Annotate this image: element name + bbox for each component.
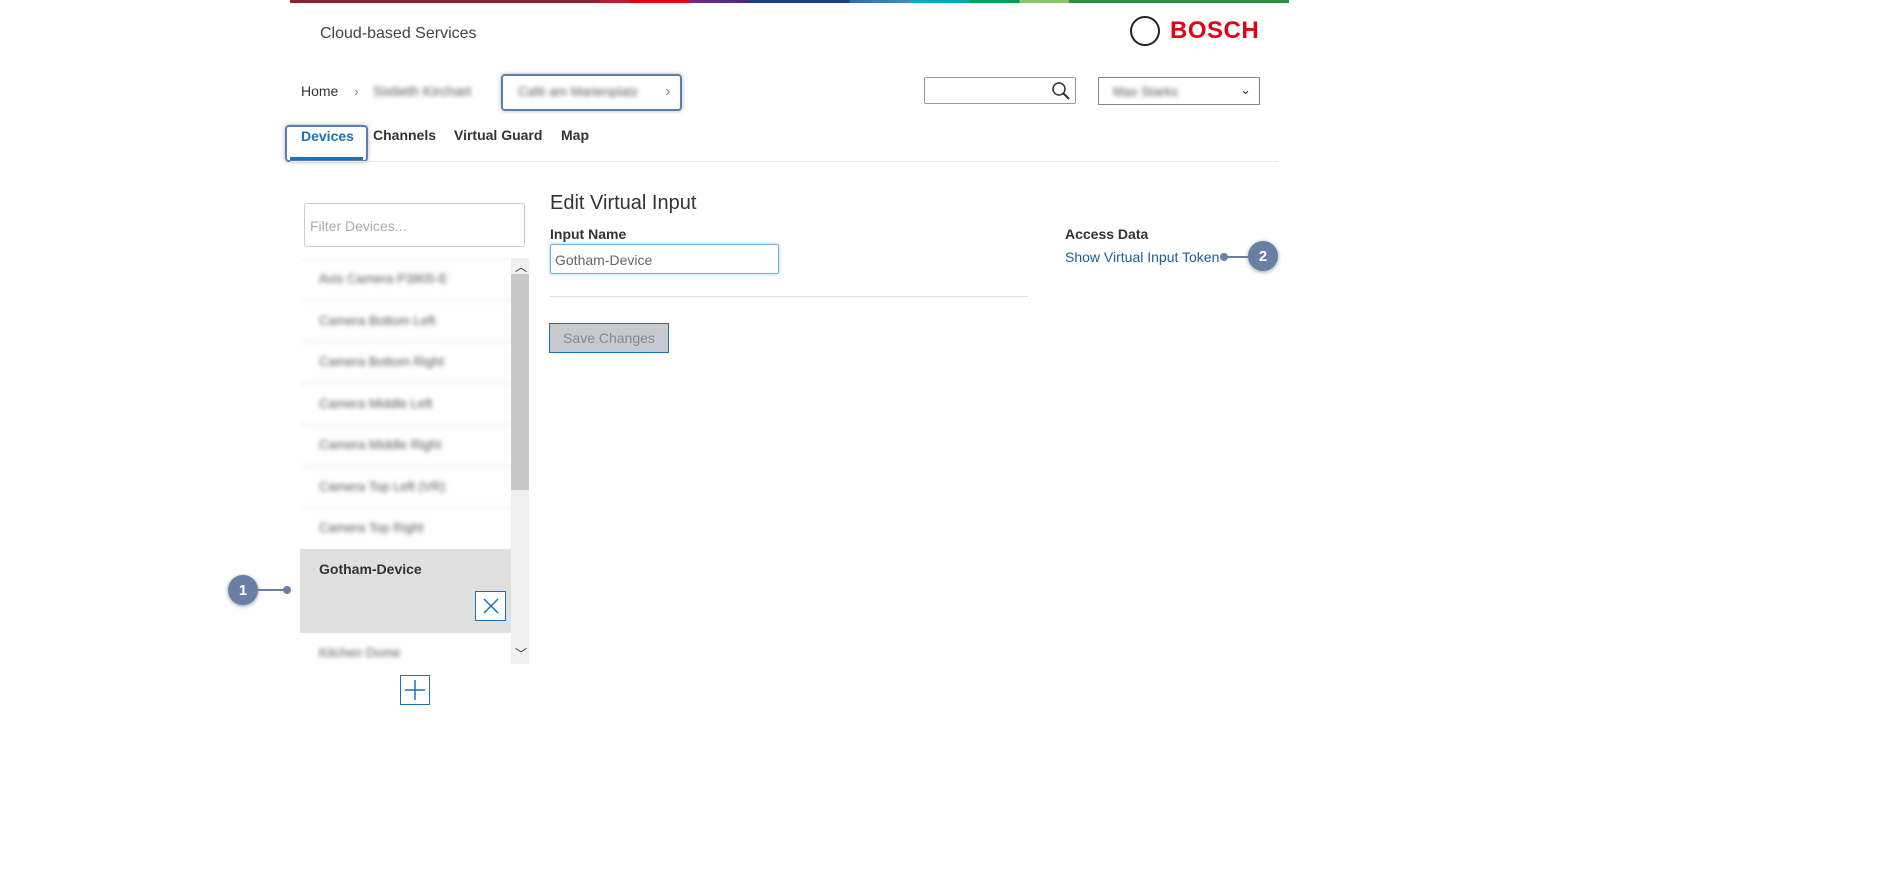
list-item[interactable]: Camera Middle Left xyxy=(300,382,511,425)
selected-device-name: Gotham-Device xyxy=(319,560,422,577)
list-item[interactable]: Axis Camera P3905-E xyxy=(300,258,511,300)
list-item[interactable]: Camera Top Left (VR) xyxy=(300,465,511,508)
breadcrumb-separator: › xyxy=(354,83,359,99)
save-changes-button[interactable]: Save Changes xyxy=(549,323,669,353)
bosch-logo: BOSCH xyxy=(1130,16,1259,46)
filter-devices-input[interactable]: Filter Devices... xyxy=(304,203,525,247)
list-item-selected[interactable]: Gotham-Device xyxy=(300,548,511,633)
device-list: Axis Camera P3905-E Camera Bottom Left C… xyxy=(300,258,511,664)
show-token-link[interactable]: Show Virtual Input Token xyxy=(1065,249,1219,265)
chevron-down-icon: ⌄ xyxy=(1240,82,1251,97)
active-tab-indicator xyxy=(290,157,363,160)
user-menu[interactable]: Max Starks ⌄ xyxy=(1098,77,1260,105)
input-name-field[interactable]: Gotham-Device xyxy=(550,244,779,274)
list-item[interactable]: Camera Top Right xyxy=(300,507,511,549)
tab-devices-label: Devices xyxy=(301,128,354,144)
form-divider xyxy=(550,296,1028,297)
chevron-right-icon: › xyxy=(665,83,671,100)
list-item[interactable]: Camera Bottom Left xyxy=(300,299,511,342)
scrollbar-thumb[interactable] xyxy=(511,274,529,490)
search-icon xyxy=(1052,82,1070,100)
search-input[interactable] xyxy=(924,77,1076,104)
list-item[interactable]: Kitchen Dome xyxy=(300,633,511,665)
tab-devices[interactable]: Devices xyxy=(285,125,368,162)
bosch-armature-icon xyxy=(1130,16,1160,46)
user-name: Max Starks xyxy=(1113,84,1179,99)
plus-icon xyxy=(405,680,425,700)
breadcrumb-level2[interactable]: Café am Marienplatz › xyxy=(501,74,682,111)
tab-virtual-guard[interactable]: Virtual Guard xyxy=(454,127,542,143)
input-name-label: Input Name xyxy=(550,226,627,242)
breadcrumb-home[interactable]: Home xyxy=(301,83,338,99)
form-title: Edit Virtual Input xyxy=(550,192,697,214)
callout-2: 2 xyxy=(1248,241,1278,271)
list-item[interactable]: Camera Bottom Right xyxy=(300,341,511,383)
close-icon xyxy=(482,597,499,614)
access-data-title: Access Data xyxy=(1065,226,1149,242)
add-device-button[interactable] xyxy=(400,675,430,705)
tab-map[interactable]: Map xyxy=(561,127,589,143)
brand-stripe xyxy=(290,0,1289,3)
list-item[interactable]: Camera Middle Right xyxy=(300,424,511,466)
breadcrumb-level2-label: Café am Marienplatz xyxy=(518,84,638,99)
scroll-up-icon[interactable]: ︿ xyxy=(515,258,527,275)
brand-name: BOSCH xyxy=(1170,17,1260,44)
callout-1: 1 xyxy=(228,575,258,605)
tab-channels[interactable]: Channels xyxy=(373,127,436,143)
callout-line xyxy=(258,589,286,591)
divider xyxy=(290,161,1278,162)
app-title: Cloud-based Services xyxy=(320,25,477,42)
breadcrumb-level1[interactable]: Sixtieth Kirchart xyxy=(373,83,471,99)
callout-dot xyxy=(283,586,291,594)
scroll-down-icon[interactable]: ﹀ xyxy=(515,645,527,662)
delete-device-button[interactable] xyxy=(475,590,506,621)
callout-dot xyxy=(1220,253,1228,261)
